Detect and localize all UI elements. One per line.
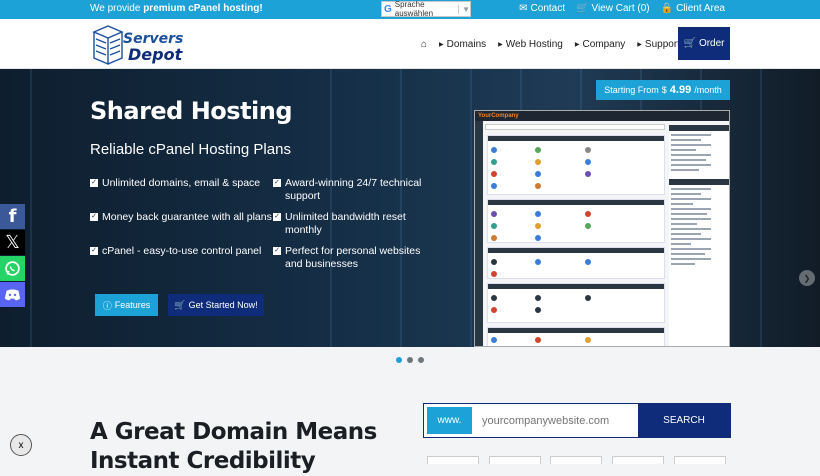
tld-box[interactable]	[612, 456, 664, 464]
promo-text: We provide premium cPanel hosting!	[90, 3, 263, 14]
envelope-icon: ✉	[519, 3, 528, 14]
nav-home[interactable]: ⌂	[421, 39, 427, 50]
cpanel-screenshot: YourCompany	[474, 110, 730, 347]
whatsapp-icon[interactable]	[0, 256, 25, 281]
nav-company[interactable]: ▶ Company	[575, 39, 625, 50]
language-selector[interactable]: G Sprache auswählen ▼	[381, 0, 471, 18]
tld-box[interactable]	[427, 456, 479, 464]
www-prefix: www.	[427, 407, 472, 434]
domain-search-button[interactable]: SEARCH	[638, 404, 730, 437]
main-nav: ⌂ ▶ Domains ▶ Web Hosting ▶ Company ▶ Suppor…	[421, 19, 692, 69]
x-icon[interactable]: 𝕏	[0, 230, 25, 255]
feature-item: ✓ Unlimited domains, email & space	[90, 177, 261, 189]
domain-search-form: www. SEARCH	[423, 403, 731, 438]
top-bar: We provide premium cPanel hosting! G Spr…	[0, 0, 820, 19]
slider-dots	[396, 357, 424, 363]
price-badge: Starting From $4.99 /month	[596, 80, 730, 100]
feature-item: ✓ cPanel - easy-to-use control panel	[90, 245, 262, 257]
domain-section-title: A Great Domain Means Instant Credibility	[90, 419, 377, 474]
hero-slider: Shared Hosting Reliable cPanel Hosting P…	[0, 69, 820, 347]
order-button[interactable]: 🛒 Order	[678, 27, 730, 60]
nav-web-hosting[interactable]: ▶ Web Hosting	[498, 39, 563, 50]
contact-link[interactable]: ✉ Contact	[519, 3, 565, 14]
caret-right-icon: ▶	[574, 41, 580, 48]
facebook-icon[interactable]: f	[0, 204, 25, 229]
slider-dot[interactable]	[407, 357, 413, 363]
info-icon: ⓘ	[102, 300, 112, 311]
tld-box[interactable]	[674, 456, 726, 464]
servers-depot-logo[interactable]: Servers Depot	[90, 22, 185, 66]
check-icon: ✓	[273, 179, 281, 187]
cart-icon: 🛒	[174, 299, 186, 310]
check-icon: ✓	[273, 247, 281, 255]
top-links: ✉ Contact 🛒 View Cart (0) 🔒 Client Area	[519, 3, 725, 14]
feature-list: ✓ Unlimited domains, email & space ✓ Award…	[90, 177, 440, 271]
features-button[interactable]: ⓘ Features	[95, 294, 158, 316]
client-area-link[interactable]: 🔒 Client Area	[661, 3, 725, 14]
feature-item: ✓ Money back guarantee with all plans	[90, 211, 272, 223]
check-icon: ✓	[90, 247, 98, 255]
hero-title: Shared Hosting	[90, 97, 293, 125]
home-icon: ⌂	[421, 38, 428, 50]
view-cart-link[interactable]: 🛒 View Cart (0)	[576, 3, 650, 14]
caret-right-icon: ▶	[637, 41, 642, 48]
close-icon[interactable]: x	[10, 434, 32, 456]
feature-item: ✓ Award-winning 24/7 technical support	[273, 177, 422, 202]
lock-icon: 🔒	[660, 3, 674, 14]
nav-support[interactable]: ▶ Support	[637, 39, 680, 50]
site-header: Servers Depot ⌂ ▶ Domains ▶ Web Hosting ▶ C…	[0, 19, 820, 69]
discord-icon[interactable]	[0, 282, 25, 307]
get-started-button[interactable]: 🛒 Get Started Now!	[168, 294, 264, 316]
chevron-right-icon: ❯	[803, 273, 811, 283]
nav-domains[interactable]: ▶ Domains	[439, 39, 486, 50]
dropdown-caret-icon: ▼	[458, 4, 470, 14]
slider-next-button[interactable]: ❯	[799, 270, 815, 286]
cart-icon: 🛒	[683, 38, 696, 49]
google-icon: G	[384, 3, 392, 15]
cart-icon: 🛒	[576, 3, 589, 14]
check-icon: ✓	[90, 213, 98, 221]
check-icon: ✓	[90, 179, 98, 187]
logo-line2: Depot	[128, 45, 184, 64]
check-icon: ✓	[273, 213, 281, 221]
language-label: Sprache auswählen	[394, 0, 434, 18]
feature-item: ✓ Perfect for personal websites and busin…	[273, 245, 421, 270]
tld-box[interactable]	[550, 456, 602, 464]
caret-right-icon: ▶	[439, 41, 444, 48]
domain-search-input[interactable]	[472, 404, 638, 437]
caret-right-icon: ▶	[498, 41, 503, 48]
slider-dot[interactable]	[418, 357, 424, 363]
mock-brand: YourCompany	[478, 113, 519, 119]
feature-item: ✓ Unlimited bandwidth reset monthly	[273, 211, 406, 236]
tld-box[interactable]	[489, 456, 541, 464]
slider-dot[interactable]	[396, 357, 402, 363]
hero-subtitle: Reliable cPanel Hosting Plans	[90, 141, 291, 158]
